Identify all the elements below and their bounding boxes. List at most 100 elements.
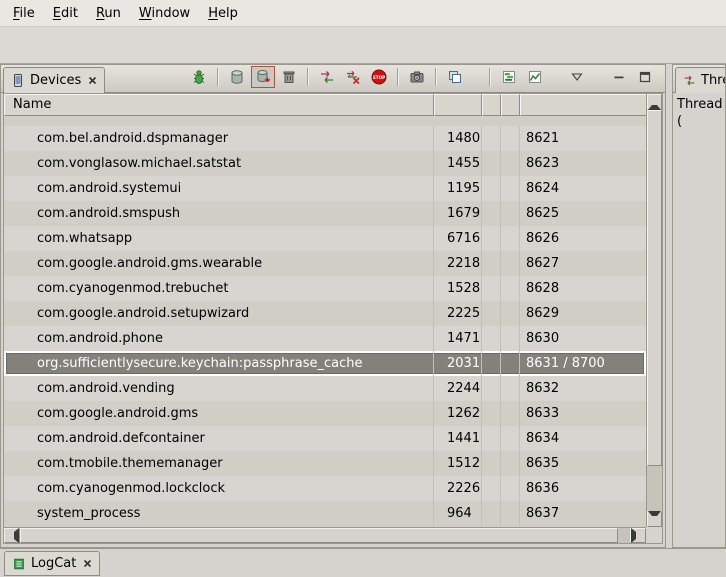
cell-name: com.google.android.setupwizard xyxy=(4,301,434,326)
cell-c3 xyxy=(482,276,501,301)
column-header-port[interactable] xyxy=(520,94,646,116)
scroll-up-button[interactable] xyxy=(647,94,662,110)
cell-port: 8628 xyxy=(520,276,646,301)
svg-text:STOP: STOP xyxy=(373,75,386,80)
view-menu-button[interactable] xyxy=(565,66,589,88)
screen-capture-button[interactable] xyxy=(405,66,429,88)
menu-help[interactable]: Help xyxy=(199,0,247,26)
down-arrow-icon xyxy=(648,511,661,527)
start-opengl-trace-icon xyxy=(527,69,543,85)
cell-c4 xyxy=(501,401,520,426)
cell-port: 8627 xyxy=(520,251,646,276)
cell-pid: 12623 xyxy=(434,401,482,426)
table-row[interactable]: com.android.phone 1471 8630 xyxy=(4,326,646,351)
cell-name: com.android.smspush xyxy=(4,201,434,226)
cell-pid: 22185 xyxy=(434,251,482,276)
horizontal-scrollbar[interactable] xyxy=(4,527,646,543)
cell-c3 xyxy=(482,451,501,476)
table-row[interactable]: system_process 964 8637 xyxy=(4,501,646,526)
table-row[interactable]: com.google.android.setupwizard 22250 862… xyxy=(4,301,646,326)
menu-run[interactable]: Run xyxy=(87,0,130,26)
cell-name: com.vonglasow.michael.satstat xyxy=(4,151,434,176)
vertical-scrollbar[interactable] xyxy=(646,94,662,527)
dump-hprof-button[interactable] xyxy=(251,66,275,88)
start-method-profiling-button[interactable] xyxy=(341,66,365,88)
menubar: File Edit Run Window Help xyxy=(0,0,726,27)
cell-c4 xyxy=(501,201,520,226)
cell-pid: 22265 xyxy=(434,476,482,501)
tab-devices-label: Devices xyxy=(30,73,81,88)
table-row[interactable]: com.google.android.gms.wearable 22185 86… xyxy=(4,251,646,276)
device-table: Name com.bel.android.dspmanager 1480 862… xyxy=(3,93,663,544)
scroll-down-button[interactable] xyxy=(647,511,662,527)
cell-name: com.cyanogenmod.trebuchet xyxy=(4,276,434,301)
cell-c4 xyxy=(501,501,520,526)
cell-port: 8624 xyxy=(520,176,646,201)
cell-pid: 14411 xyxy=(434,426,482,451)
start-opengl-trace-button[interactable] xyxy=(523,66,547,88)
debug-process-button[interactable] xyxy=(187,66,211,88)
update-heap-button[interactable] xyxy=(225,66,249,88)
cell-pid: 20311 xyxy=(434,351,482,376)
maximize-button[interactable] xyxy=(633,66,657,88)
threads-message-line: ( xyxy=(677,113,721,130)
column-header-pid[interactable] xyxy=(434,94,482,116)
tab-threads-label: Threads xyxy=(701,73,726,88)
cell-c4 xyxy=(501,251,520,276)
table-row[interactable]: com.bel.android.dspmanager 1480 8621 xyxy=(4,126,646,151)
tab-threads[interactable]: Threads xyxy=(675,67,726,93)
ui-hierarchy-button[interactable] xyxy=(443,66,467,88)
cell-name: com.bel.android.dspmanager xyxy=(4,126,434,151)
table-row[interactable]: com.google.android.gms 12623 8633 xyxy=(4,401,646,426)
scroll-right-button[interactable] xyxy=(630,528,646,543)
column-header-name[interactable]: Name xyxy=(4,94,434,116)
cell-c3 xyxy=(482,151,501,176)
column-header-c3[interactable] xyxy=(482,94,501,116)
cell-port: 8625 xyxy=(520,201,646,226)
capture-systrace-button[interactable] xyxy=(497,66,521,88)
scroll-left-button[interactable] xyxy=(4,528,20,543)
table-row[interactable]: com.android.vending 22440 8632 xyxy=(4,376,646,401)
tab-logcat-label: LogCat xyxy=(31,556,76,571)
close-icon[interactable] xyxy=(83,559,92,568)
table-row[interactable]: org.sufficientlysecure.keychain:passphra… xyxy=(4,351,646,376)
maximize-icon xyxy=(639,71,651,83)
tab-devices[interactable]: Devices xyxy=(3,67,105,93)
minimize-button[interactable] xyxy=(607,66,631,88)
cause-gc-button[interactable] xyxy=(277,66,301,88)
threads-message-line: Thread up xyxy=(677,96,721,113)
menu-file[interactable]: File xyxy=(4,0,44,26)
toolbar-separator xyxy=(489,68,491,86)
table-row[interactable]: com.android.smspush 1679 8625 xyxy=(4,201,646,226)
cell-name: com.cyanogenmod.lockclock xyxy=(4,476,434,501)
update-heap-icon xyxy=(229,69,245,85)
start-method-profiling-icon xyxy=(345,69,361,85)
table-row[interactable]: com.android.defcontainer 14411 8634 xyxy=(4,426,646,451)
stop-process-button[interactable]: STOP xyxy=(367,66,391,88)
menu-edit[interactable]: Edit xyxy=(44,0,87,26)
column-header-c4[interactable] xyxy=(501,94,520,116)
table-row[interactable]: com.android.systemui 1195 8624 xyxy=(4,176,646,201)
debug-process-icon xyxy=(191,69,207,85)
scrollbar-corner xyxy=(646,527,662,543)
table-row[interactable]: com.vonglasow.michael.satstat 14553 8623 xyxy=(4,151,646,176)
cell-pid: 22440 xyxy=(434,376,482,401)
table-row[interactable]: com.whatsapp 6716 8626 xyxy=(4,226,646,251)
update-threads-button[interactable] xyxy=(315,66,339,88)
table-row[interactable]: com.cyanogenmod.lockclock 22265 8636 xyxy=(4,476,646,501)
table-row[interactable]: com.tmobile.thememanager 1512 8635 xyxy=(4,451,646,476)
cell-c3 xyxy=(482,401,501,426)
cell-name: system_process xyxy=(4,501,434,526)
cell-pid: 14553 xyxy=(434,151,482,176)
cell-name: com.android.systemui xyxy=(4,176,434,201)
vertical-scroll-thumb[interactable] xyxy=(647,110,662,466)
tab-logcat[interactable]: LogCat xyxy=(4,551,100,576)
close-icon[interactable] xyxy=(88,76,97,85)
cell-c3 xyxy=(482,176,501,201)
table-header: Name xyxy=(4,94,646,116)
device-table-grid: Name com.bel.android.dspmanager 1480 862… xyxy=(4,94,646,527)
table-row[interactable]: com.cyanogenmod.trebuchet 1528 8628 xyxy=(4,276,646,301)
cell-c3 xyxy=(482,251,501,276)
horizontal-scroll-thumb[interactable] xyxy=(20,528,618,543)
menu-window[interactable]: Window xyxy=(130,0,199,26)
